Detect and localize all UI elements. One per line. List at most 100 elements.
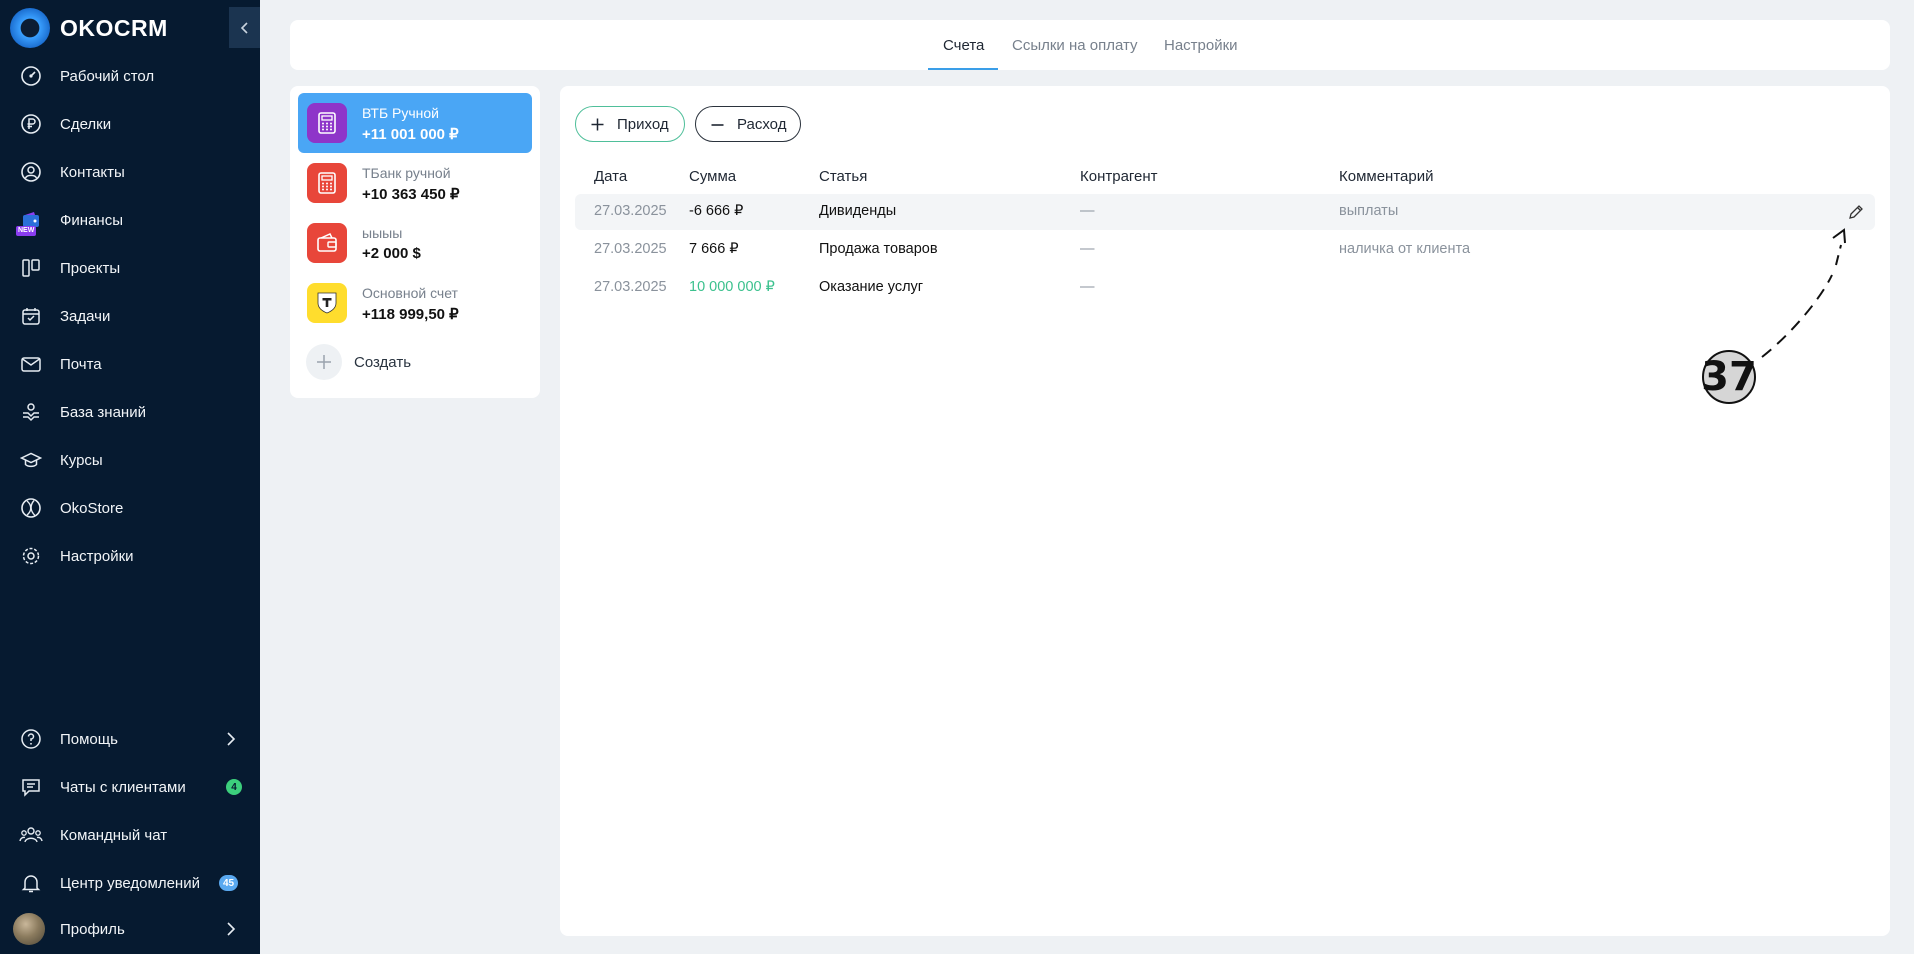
chevron-right-icon [227,922,236,936]
income-button[interactable]: Приход [575,106,685,142]
column-header-comment[interactable]: Комментарий [1339,168,1433,185]
accounts-panel: ВТБ Ручной +11 001 000 ₽ ТБанк ручной +1… [290,86,540,398]
new-badge: NEW [16,226,37,236]
dashboard-icon [18,63,44,89]
sidebar-item-label: Центр уведомлений [60,874,200,892]
sidebar-item-label: OkoStore [60,499,124,517]
account-item[interactable]: ТБанк ручной +10 363 450 ₽ [298,153,532,213]
sidebar-item-mail[interactable]: Почта [0,344,260,384]
sidebar-item-label: Почта [60,355,102,373]
sidebar-item-label: Задачи [60,307,111,325]
sidebar-item-settings[interactable]: Настройки [0,536,260,576]
annotation-step-number: 37 [1701,350,1757,404]
row-article: Дивиденды [819,203,897,219]
knowledge-icon [18,399,44,425]
row-date: 27.03.2025 [594,241,667,257]
notifications-count-badge: 45 [219,875,239,891]
graduation-cap-icon [18,447,44,473]
account-name: ТБанк ручной [362,165,451,181]
sidebar-item-deals[interactable]: Сделки [0,104,260,144]
bell-icon [18,870,44,896]
tab-accounts[interactable]: Счета [943,20,984,70]
sidebar-item-label: Финансы [60,211,123,229]
column-header-date[interactable]: Дата [594,168,627,185]
sidebar-item-okostore[interactable]: OkoStore [0,488,260,528]
chevron-right-icon [227,732,236,746]
row-date: 27.03.2025 [594,279,667,295]
account-balance: +10 363 450 ₽ [362,186,460,203]
sidebar-item-dashboard[interactable]: Рабочий стол [0,56,260,96]
help-icon [18,726,44,752]
logo-icon [10,8,50,48]
account-item[interactable]: Основной счет +118 999,50 ₽ [298,273,532,333]
app-name: OKOCRM [60,14,168,41]
account-name: Основной счет [362,285,458,301]
calculator-icon [307,163,347,203]
mail-icon [18,351,44,377]
pencil-icon[interactable] [1847,203,1865,221]
sidebar-item-label: База знаний [60,403,146,421]
table-row[interactable]: 27.03.2025 10 000 000 ₽ Оказание услуг — [575,270,1875,306]
account-balance: +2 000 $ [362,245,421,262]
app-logo[interactable]: OKOCRM [10,8,168,48]
sidebar-item-label: Настройки [60,547,134,565]
transactions-panel: Приход Расход Дата Сумма Статья Контраге… [560,86,1890,936]
tab-payment-links[interactable]: Ссылки на оплату [1012,20,1138,70]
account-balance: +118 999,50 ₽ [362,306,459,323]
chat-icon [18,774,44,800]
sidebar-item-notifications[interactable]: Центр уведомлений 45 [0,863,260,903]
expense-button-label: Расход [737,115,787,133]
sidebar-item-label: Рабочий стол [60,67,155,85]
contact-icon [18,159,44,185]
sidebar-item-help[interactable]: Помощь [0,719,260,759]
plus-icon [591,118,604,131]
calendar-icon [18,303,44,329]
create-account-label: Создать [354,353,412,371]
sidebar-item-profile[interactable]: Профиль [0,909,260,949]
sidebar-item-knowledge-base[interactable]: База знаний [0,392,260,432]
sidebar-item-contacts[interactable]: Контакты [0,152,260,192]
create-account-button[interactable]: Создать [306,344,411,380]
table-row[interactable]: 27.03.2025 7 666 ₽ Продажа товаров — нал… [575,232,1875,268]
sidebar-item-finance[interactable]: NEW Финансы [0,200,260,240]
row-sum: -6 666 ₽ [689,203,744,219]
wallet-icon [307,223,347,263]
collapse-sidebar-button[interactable] [229,7,260,48]
minus-icon [711,124,724,126]
sidebar-item-label: Курсы [60,451,103,469]
plus-icon [306,344,342,380]
account-item[interactable]: ВТБ Ручной +11 001 000 ₽ [298,93,532,153]
table-row[interactable]: 27.03.2025 -6 666 ₽ Дивиденды — выплаты [575,194,1875,230]
row-sum: 10 000 000 ₽ [689,279,775,295]
column-header-article[interactable]: Статья [819,168,867,185]
sidebar-item-label: Контакты [60,163,125,181]
sidebar: OKOCRM Рабочий стол Сделки Контакты NEW … [0,0,260,954]
sidebar-item-courses[interactable]: Курсы [0,440,260,480]
account-name: ыыыы [362,225,403,241]
column-header-counterparty[interactable]: Контрагент [1080,168,1158,185]
row-date: 27.03.2025 [594,203,667,219]
row-comment: выплаты [1339,203,1399,219]
tab-settings[interactable]: Настройки [1164,20,1238,70]
row-article: Продажа товаров [819,241,938,257]
sidebar-item-client-chats[interactable]: Чаты с клиентами 4 [0,767,260,807]
income-button-label: Приход [617,115,669,133]
sidebar-item-projects[interactable]: Проекты [0,248,260,288]
column-header-sum[interactable]: Сумма [689,168,736,185]
store-icon [18,495,44,521]
gear-icon [18,543,44,569]
account-item[interactable]: ыыыы +2 000 $ [298,213,532,273]
row-counterparty: — [1080,241,1095,257]
ruble-icon [18,111,44,137]
row-sum: 7 666 ₽ [689,241,739,257]
sidebar-item-label: Помощь [60,730,118,748]
avatar [13,913,45,945]
projects-icon [18,255,44,281]
row-counterparty: — [1080,203,1095,219]
expense-button[interactable]: Расход [695,106,801,142]
row-comment: наличка от клиента [1339,241,1471,257]
tbank-logo-icon [307,283,347,323]
sidebar-item-tasks[interactable]: Задачи [0,296,260,336]
row-article: Оказание услуг [819,279,924,295]
sidebar-item-team-chat[interactable]: Командный чат [0,815,260,855]
